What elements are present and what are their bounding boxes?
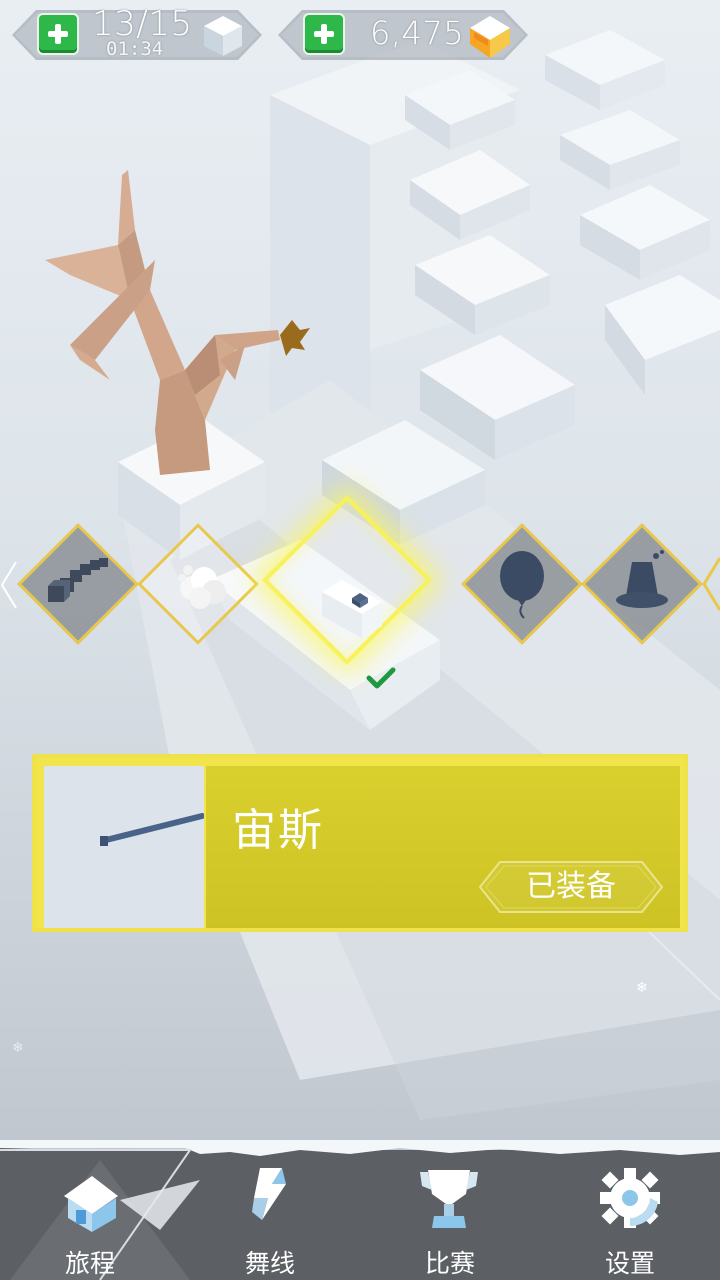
add-gems-button[interactable] <box>303 13 345 55</box>
snowflake-icon: ❄ <box>12 1040 24 1056</box>
item-preview <box>44 766 205 928</box>
nav-tab-settings[interactable]: 设置 <box>540 1140 720 1280</box>
nav-label-dance-line: 舞线 <box>244 1249 295 1278</box>
bottom-navigation: 旅程 舞线 比赛 设置 <box>0 1140 720 1280</box>
carousel-left-edge <box>0 561 17 609</box>
nav-tab-journey[interactable]: 旅程 <box>0 1140 180 1280</box>
nav-label-journey: 旅程 <box>64 1249 115 1278</box>
dance-line-icon <box>252 1168 286 1220</box>
gear-icon <box>600 1168 660 1228</box>
carousel-right-edge <box>702 557 720 611</box>
item-detail-card: 宙斯 已装备 <box>32 754 688 932</box>
ice-cube-icon <box>204 16 242 56</box>
equipped-badge[interactable]: 已装备 <box>478 860 664 914</box>
selected-block <box>322 580 382 638</box>
bucket-icon <box>616 550 668 608</box>
nav-label-settings: 设置 <box>604 1249 655 1278</box>
balloon-icon <box>500 551 544 619</box>
cloud-icon <box>178 565 226 609</box>
item-info-panel: 宙斯 已装备 <box>206 766 680 928</box>
item-name: 宙斯 <box>232 805 324 856</box>
equipped-check-icon <box>366 667 396 689</box>
stick-icon <box>100 813 205 846</box>
cube-trail-icon <box>48 558 108 602</box>
energy-timer: 01:34 <box>106 38 164 60</box>
add-energy-button[interactable] <box>37 13 79 55</box>
gem-icon <box>470 16 510 58</box>
nav-tab-competition[interactable]: 比赛 <box>360 1140 540 1280</box>
gem-count: 6,475 <box>370 14 465 52</box>
nav-tab-dance-line[interactable]: 舞线 <box>180 1140 360 1280</box>
equipped-label: 已装备 <box>526 869 616 904</box>
house-icon <box>64 1176 118 1232</box>
snowflake-icon: ❄ <box>636 980 648 996</box>
nav-label-competition: 比赛 <box>424 1249 475 1278</box>
trophy-icon <box>420 1170 478 1228</box>
